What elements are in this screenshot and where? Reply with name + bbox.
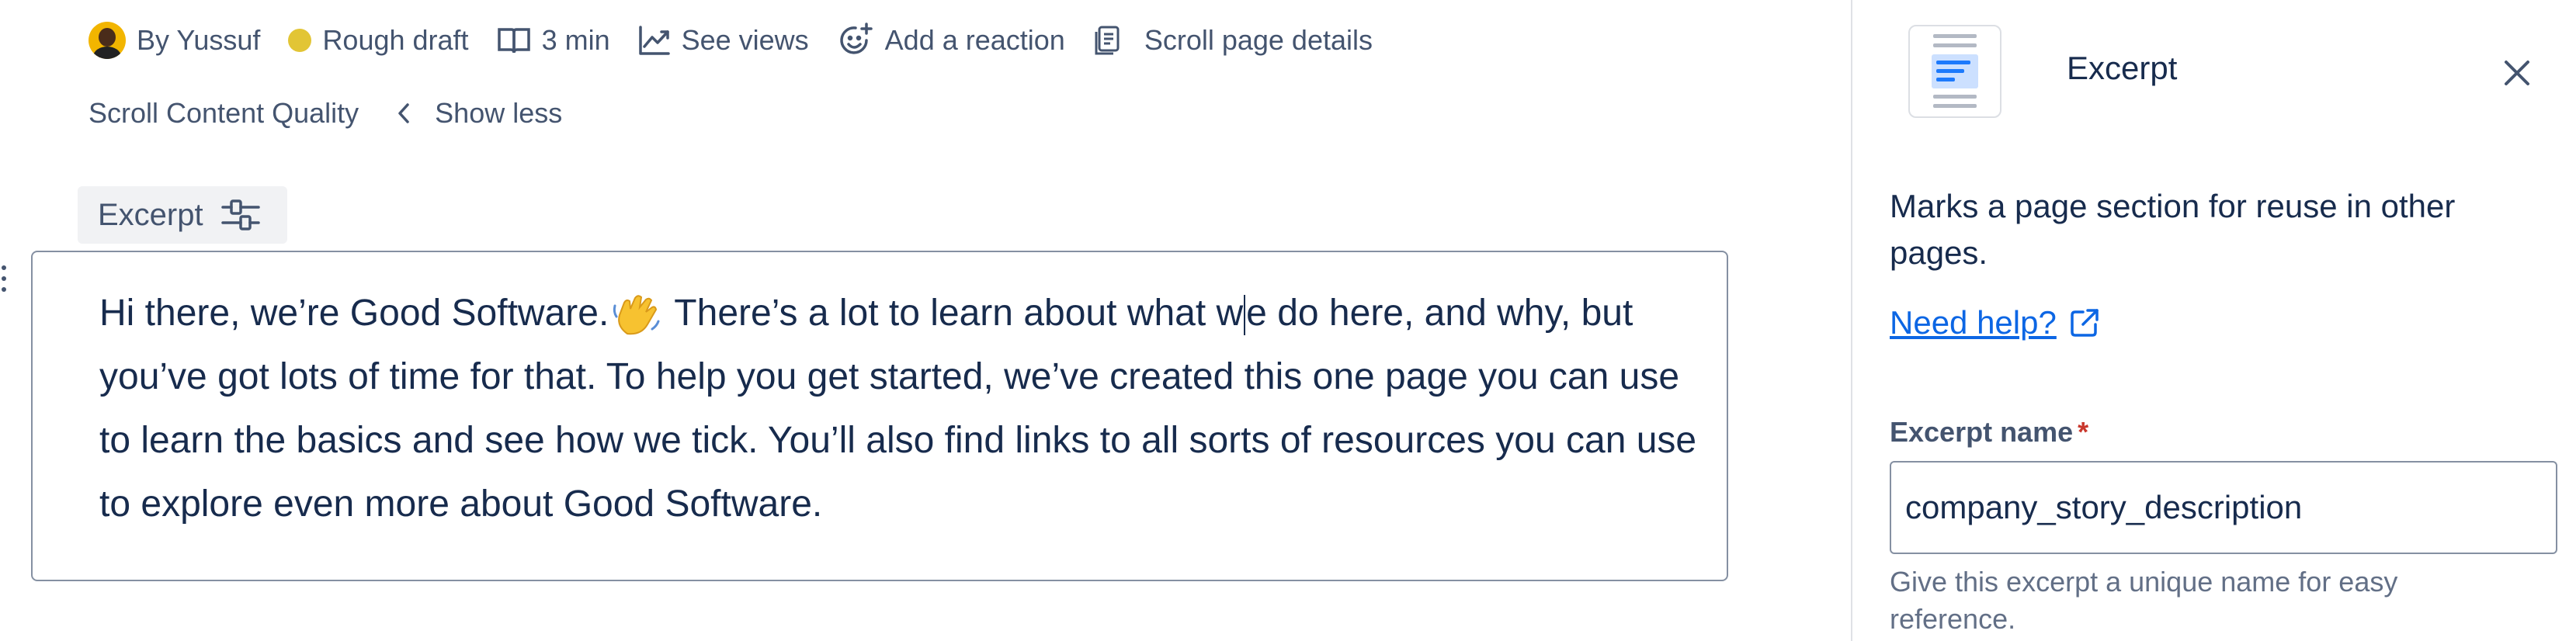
- show-less-button[interactable]: Show less: [435, 97, 562, 130]
- page-details-button[interactable]: Scroll page details: [1093, 24, 1373, 57]
- read-time-label: 3 min: [541, 24, 610, 56]
- excerpt-macro-chip[interactable]: Excerpt: [78, 186, 287, 244]
- excerpt-name-hint: Give this excerpt a unique name for easy…: [1890, 566, 2398, 635]
- chevron-left-icon[interactable]: [396, 101, 411, 126]
- book-icon: [497, 25, 531, 56]
- excerpt-body-text[interactable]: Hi there, we’re Good Software. There’s a…: [99, 282, 1699, 536]
- excerpt-text-part-2: There’s a lot to learn about what w: [674, 293, 1244, 334]
- waving-hand-icon: [612, 292, 661, 338]
- emoji-add-icon: [837, 22, 874, 59]
- content-quality-link[interactable]: Scroll Content Quality: [89, 97, 359, 130]
- read-time: 3 min: [497, 24, 610, 57]
- close-icon[interactable]: [2498, 54, 2536, 92]
- avatar: [89, 22, 126, 59]
- excerpt-chip-label: Excerpt: [98, 197, 203, 232]
- drag-handle-icon[interactable]: [0, 265, 9, 298]
- panel-description: Marks a page section for reuse in other …: [1890, 188, 2456, 271]
- macro-config-panel: Excerpt Marks a page section for reuse i…: [1851, 0, 2576, 641]
- external-link-icon[interactable]: [2069, 307, 2100, 338]
- chart-line-icon: [638, 25, 671, 56]
- status-dot-icon: [288, 29, 312, 52]
- excerpt-text-part-1: Hi there, we’re Good Software.: [99, 293, 609, 334]
- page-details-icon: [1093, 25, 1121, 56]
- page-byline: By Yussuf Rough draft 3 min See views Ad…: [0, 19, 1401, 62]
- excerpt-name-label: Excerpt name *: [1890, 416, 2088, 449]
- author-byline[interactable]: By Yussuf: [89, 22, 260, 59]
- page-details-label: Scroll page details: [1144, 24, 1373, 56]
- see-views-button[interactable]: See views: [638, 24, 809, 57]
- content-quality-row: Scroll Content Quality Show less: [89, 92, 562, 135]
- help-link-row: Need help?: [1890, 304, 2100, 341]
- excerpt-macro-icon: [1908, 25, 2001, 118]
- status-label: Rough draft: [322, 24, 469, 56]
- text-caret: [1244, 295, 1246, 336]
- required-marker: *: [2078, 416, 2089, 448]
- author-label: By Yussuf: [137, 24, 261, 56]
- need-help-link[interactable]: Need help?: [1890, 304, 2057, 341]
- settings-sliders-icon[interactable]: [220, 197, 261, 233]
- add-reaction-button[interactable]: Add a reaction: [837, 22, 1065, 59]
- excerpt-content-box[interactable]: Hi there, we’re Good Software. There’s a…: [31, 251, 1728, 581]
- excerpt-name-label-text: Excerpt name: [1890, 416, 2074, 448]
- excerpt-name-field[interactable]: [1890, 461, 2557, 554]
- panel-title: Excerpt: [2067, 50, 2178, 86]
- see-views-label: See views: [681, 24, 809, 56]
- add-reaction-label: Add a reaction: [884, 24, 1065, 56]
- status-lozenge[interactable]: Rough draft: [288, 24, 469, 57]
